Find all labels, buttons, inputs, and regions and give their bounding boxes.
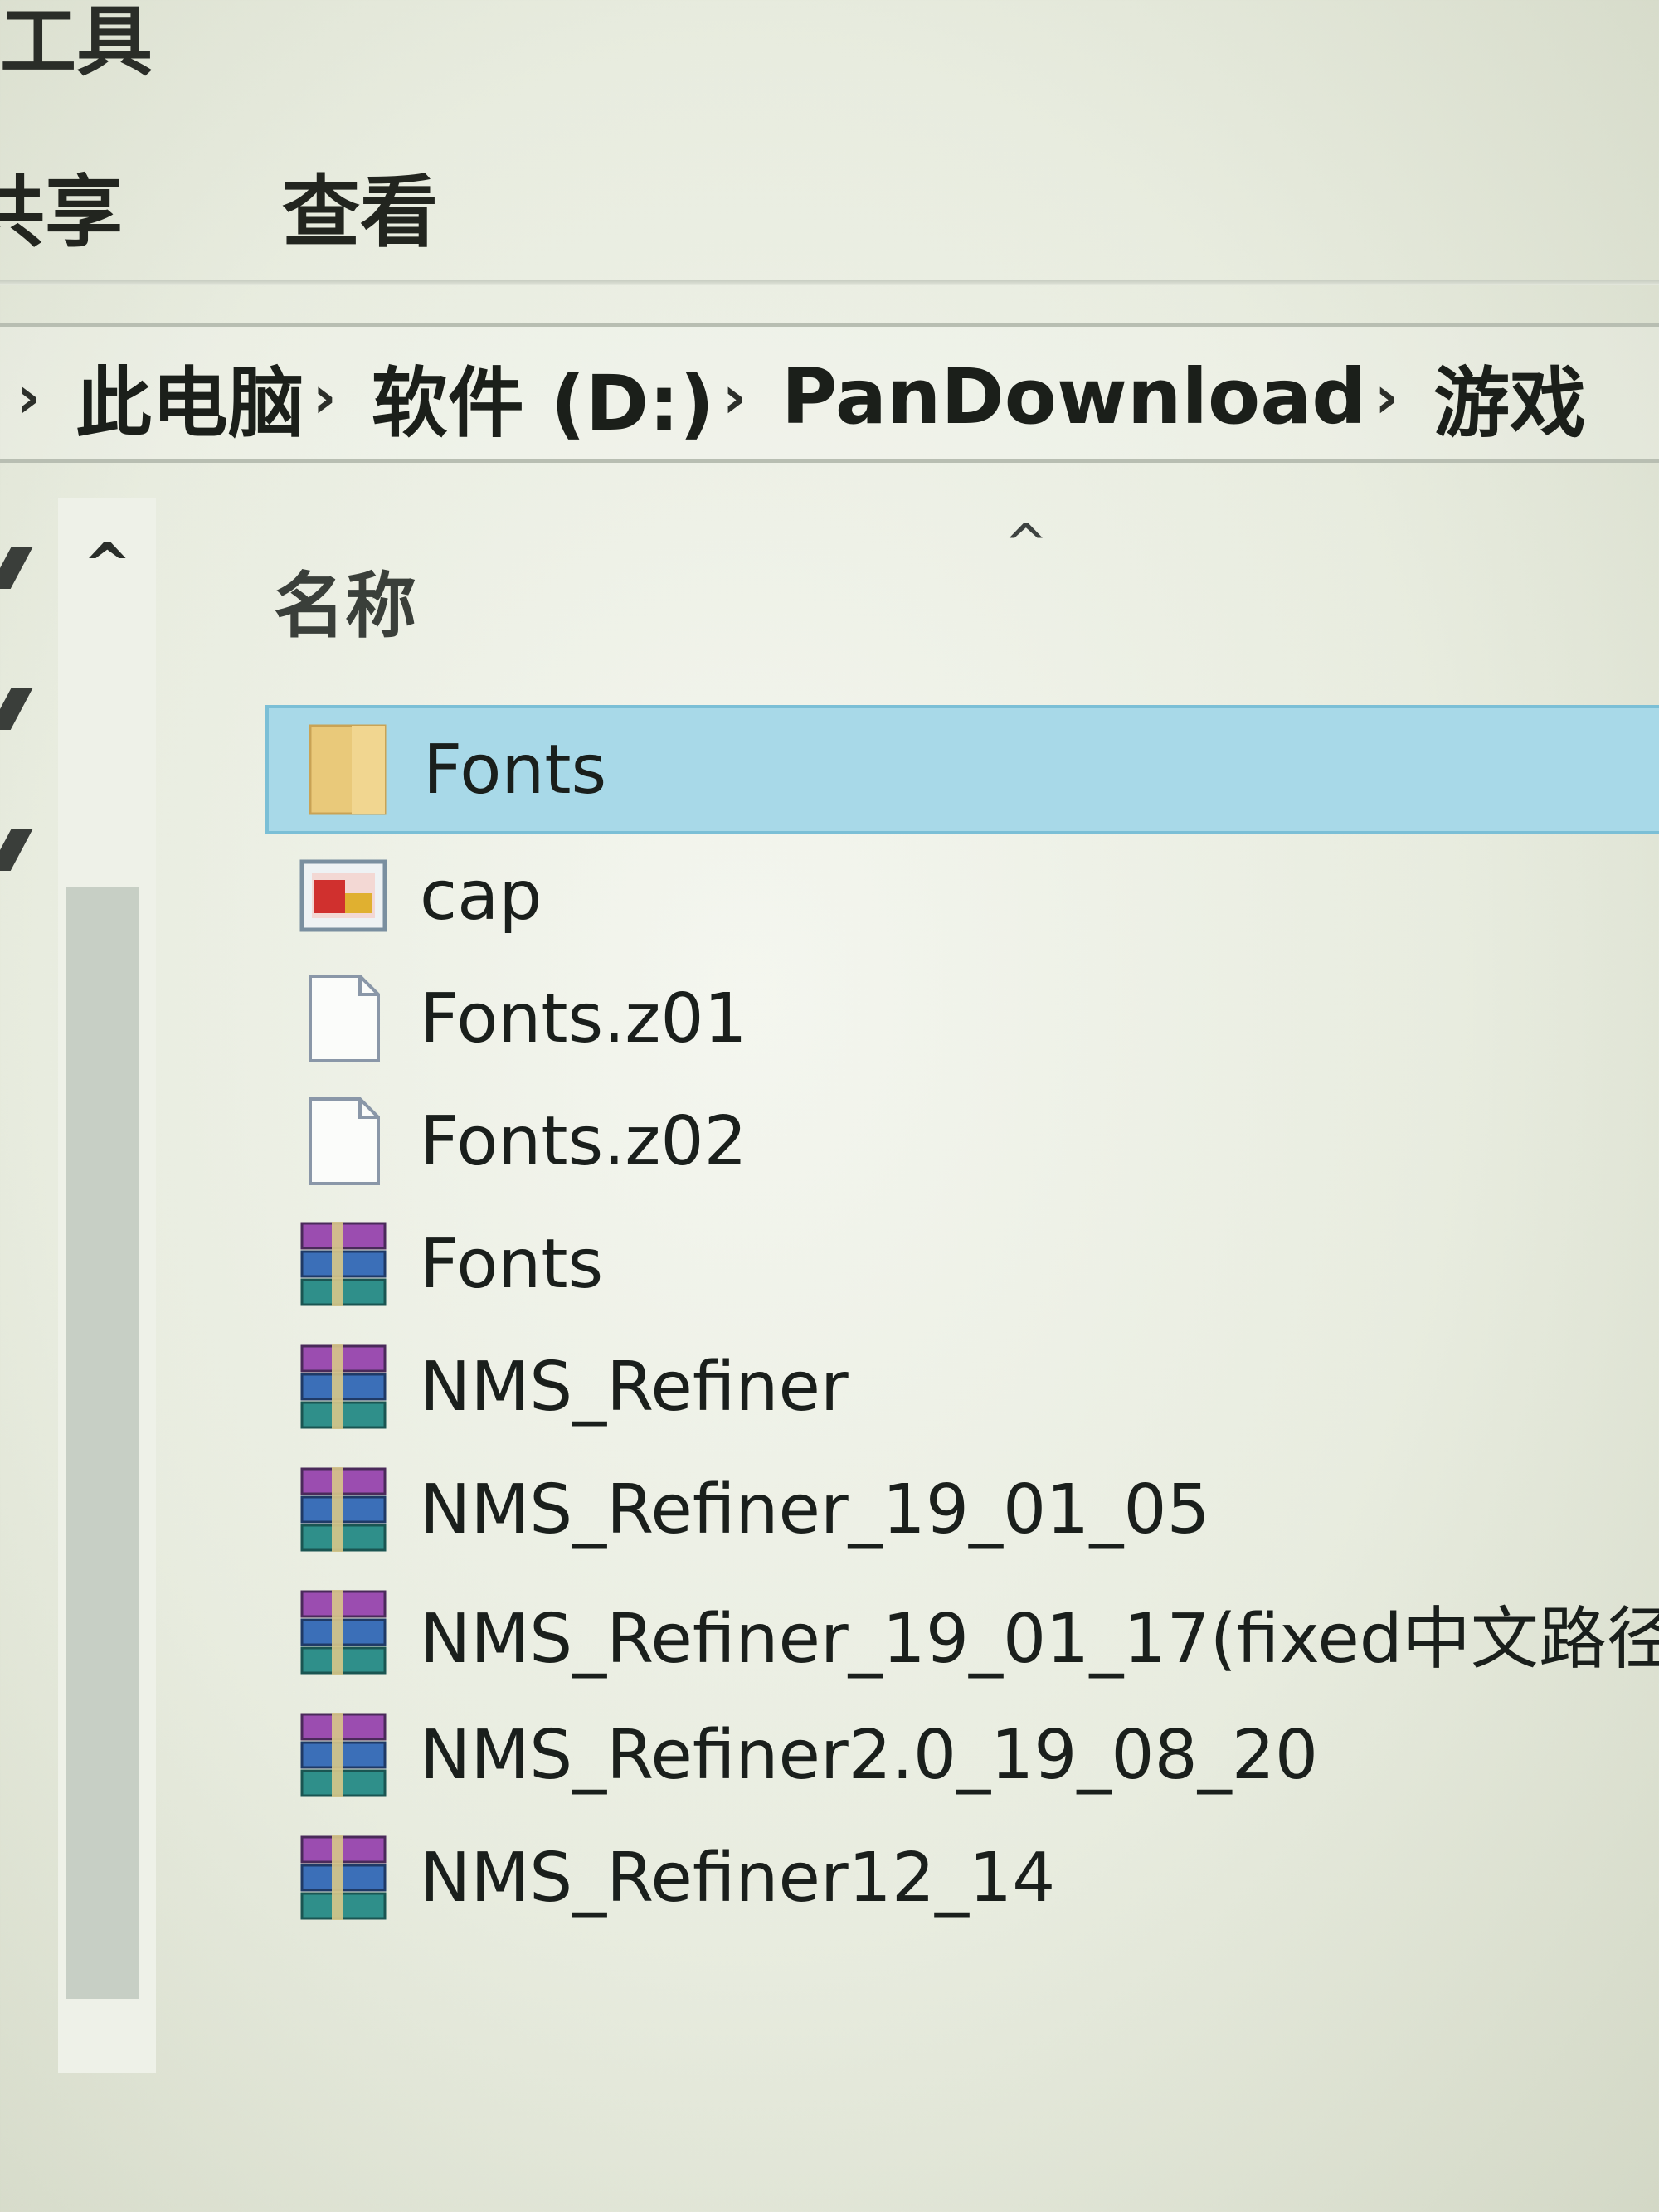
file-name: Fonts <box>420 1224 604 1304</box>
blank-file-icon <box>299 1096 390 1187</box>
file-name: NMS_Refiner2.0_19_08_20 <box>420 1715 1319 1795</box>
file-pane: ^ 名称 Fonts cap Fonts.z01 Fonts.z02 Fonts… <box>265 498 1659 2156</box>
list-item[interactable]: Fonts <box>265 705 1659 834</box>
archive-icon <box>299 1587 390 1678</box>
nav-scrollbar[interactable]: ^ <box>58 498 156 2073</box>
file-name: Fonts <box>423 730 607 809</box>
file-list: Fonts cap Fonts.z01 Fonts.z02 Fonts NMS_… <box>265 705 1659 1939</box>
breadcrumb-drive-d[interactable]: 软件 (D:) <box>372 342 714 452</box>
list-item[interactable]: Fonts.z02 <box>265 1080 1659 1203</box>
image-icon <box>299 850 390 941</box>
ribbon-title: 工具 <box>0 0 153 86</box>
navigation-pane <box>0 498 58 1742</box>
list-item[interactable]: NMS_Refiner2.0_19_08_20 <box>265 1694 1659 1816</box>
file-name: Fonts.z02 <box>420 1101 747 1181</box>
breadcrumb-games[interactable]: 游戏 <box>1433 342 1586 452</box>
list-item[interactable]: NMS_Refiner <box>265 1325 1659 1448</box>
pin-icon[interactable] <box>0 829 33 871</box>
sort-ascending-icon: ^ <box>1004 514 1048 576</box>
scroll-up-arrow-icon[interactable]: ^ <box>83 531 132 599</box>
file-name: NMS_Refiner12_14 <box>420 1838 1056 1918</box>
list-item[interactable]: NMS_Refiner_19_01_05 <box>265 1448 1659 1571</box>
folder-icon <box>302 724 393 815</box>
archive-icon <box>299 1341 390 1432</box>
list-item[interactable]: NMS_Refiner_19_01_17(fixed中文路径) <box>265 1571 1659 1694</box>
blank-file-icon <box>299 973 390 1064</box>
chevron-right-icon[interactable]: › <box>17 363 41 431</box>
archive-icon <box>299 1709 390 1801</box>
pin-icon[interactable] <box>0 688 33 730</box>
breadcrumb-this-pc[interactable]: 此电脑 <box>75 342 304 452</box>
breadcrumb: › 此电脑 › 软件 (D:) › PanDownload › 游戏 <box>8 342 1586 452</box>
chevron-right-icon[interactable]: › <box>722 363 747 431</box>
archive-icon <box>299 1464 390 1555</box>
address-bar[interactable]: › 此电脑 › 软件 (D:) › PanDownload › 游戏 <box>0 323 1659 463</box>
list-item[interactable]: Fonts.z01 <box>265 957 1659 1080</box>
chevron-right-icon[interactable]: › <box>313 363 337 431</box>
chevron-right-icon[interactable]: › <box>1374 363 1399 431</box>
file-name: Fonts.z01 <box>420 979 747 1058</box>
scroll-thumb[interactable] <box>66 887 139 1999</box>
list-item[interactable]: cap <box>265 834 1659 957</box>
archive-icon <box>299 1832 390 1923</box>
file-name: NMS_Refiner <box>420 1347 849 1427</box>
file-name: NMS_Refiner_19_01_17(fixed中文路径) <box>420 1599 1659 1679</box>
list-item[interactable]: Fonts <box>265 1203 1659 1325</box>
file-name: cap <box>420 856 542 936</box>
ribbon-tab-bar: 共享 查看 <box>0 133 1659 258</box>
archive-icon <box>299 1218 390 1310</box>
tab-share[interactable]: 共享 <box>0 149 123 262</box>
column-header-name[interactable]: 名称 <box>274 547 416 651</box>
pin-icon[interactable] <box>0 547 33 589</box>
ribbon-divider <box>0 280 1659 285</box>
file-name: NMS_Refiner_19_01_05 <box>420 1470 1210 1549</box>
tab-view[interactable]: 查看 <box>282 149 438 262</box>
breadcrumb-pandownload[interactable]: PanDownload <box>781 352 1366 441</box>
list-item[interactable]: NMS_Refiner12_14 <box>265 1816 1659 1939</box>
